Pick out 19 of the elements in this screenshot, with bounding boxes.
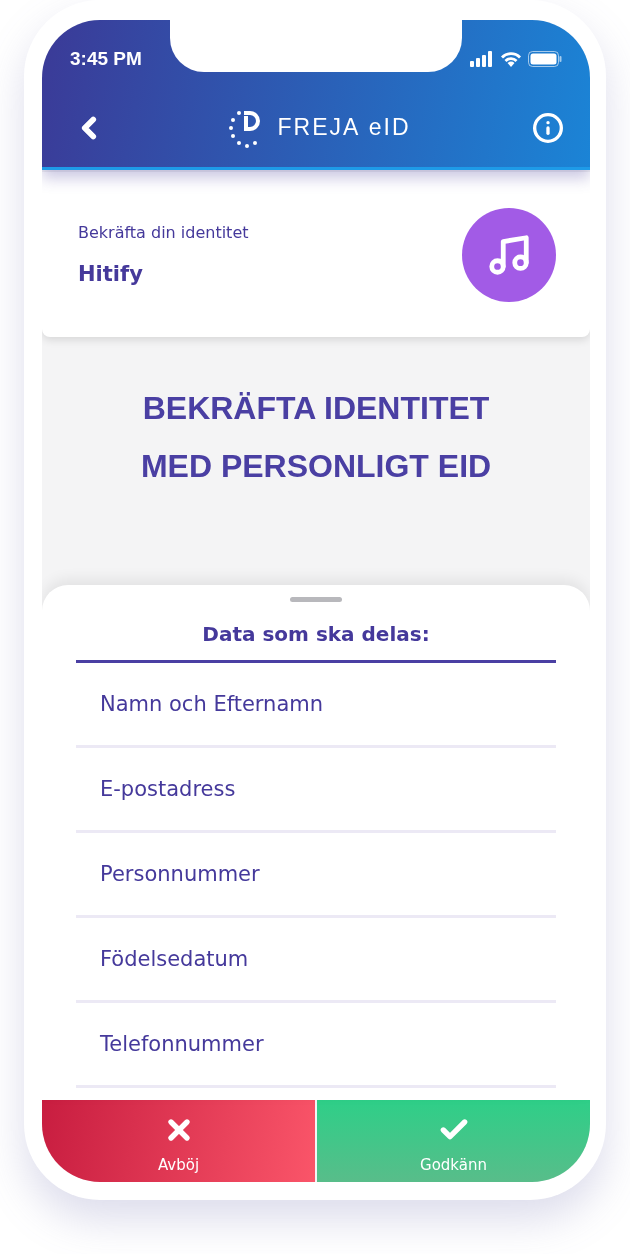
brand-name: FREJA eID (277, 114, 411, 141)
approve-button[interactable]: Godkänn (317, 1100, 590, 1182)
data-item: Telefonnummer (76, 1003, 556, 1088)
data-item: E-postadress (76, 748, 556, 833)
data-item: Födelsedatum (76, 918, 556, 1003)
battery-icon (528, 51, 562, 67)
sheet-title: Data som ska delas: (76, 602, 556, 663)
service-name: Hitify (78, 262, 144, 286)
decline-button[interactable]: Avböj (42, 1100, 315, 1182)
data-item: Namn och Efternamn (76, 663, 556, 748)
signal-icon (470, 51, 494, 67)
data-item: Personnummer (76, 833, 556, 918)
drag-handle[interactable] (290, 597, 342, 602)
card-caption: Bekräfta din identitet (78, 223, 249, 242)
info-button[interactable] (532, 111, 564, 144)
status-time: 3:45 PM (70, 48, 142, 70)
info-icon (532, 111, 564, 144)
wifi-icon (500, 51, 522, 67)
page-heading: BEKRÄFTA IDENTITET MED PERSONLIGT EID (139, 389, 493, 486)
